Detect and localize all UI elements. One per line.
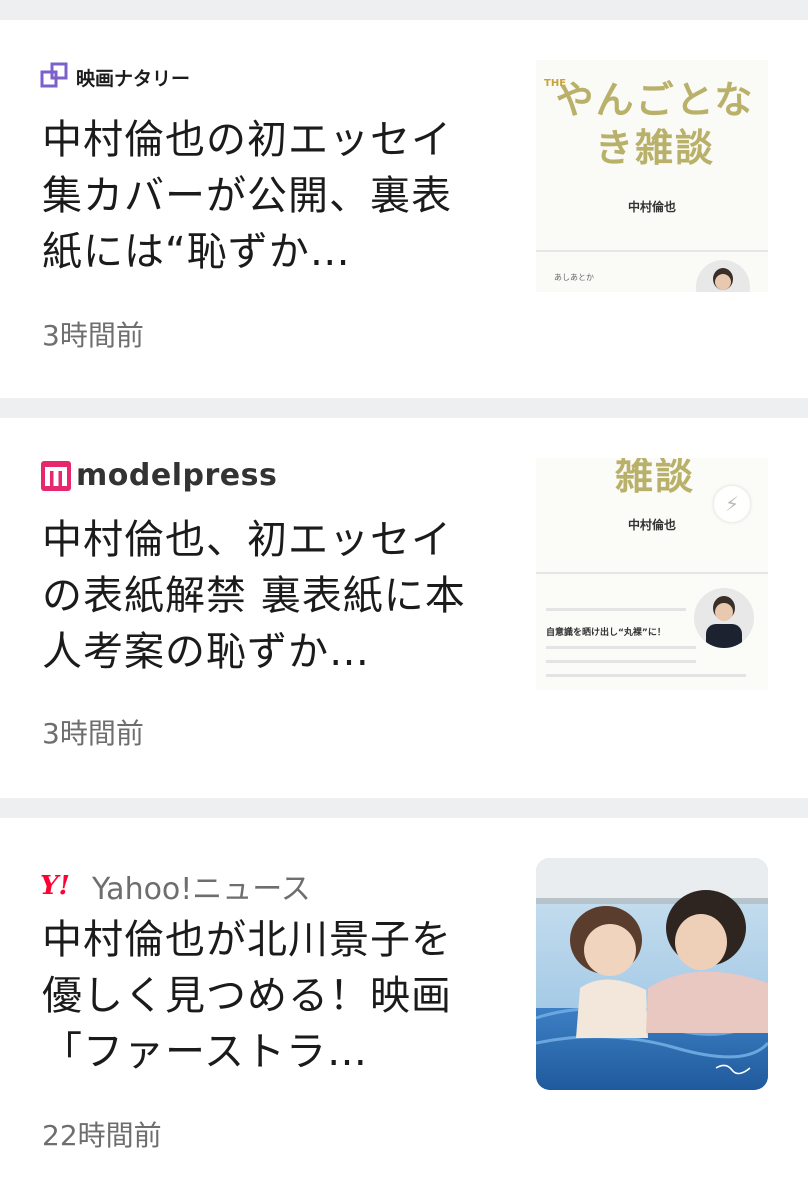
cover-text-line [546,608,686,611]
article-headline[interactable]: 中村倫也が北川景子を優しく見つめる！映画「ファーストラ… [42,912,492,1080]
article-time: 3時間前 [42,319,144,352]
article-headline[interactable]: 中村倫也、初エッセイの表紙解禁 裏表紙に本人考案の恥ずか… [42,512,492,680]
source-row: Y! Yahoo!ニュース [40,864,311,908]
author-photo [696,260,750,292]
author-photo [694,588,754,648]
source-name: 映画ナタリー [76,67,191,90]
source-row: 映画ナタリー [40,62,190,92]
news-card[interactable]: modelpress 中村倫也、初エッセイの表紙解禁 裏表紙に本人考案の恥ずか…… [0,418,808,798]
cover-text-line [546,660,696,663]
source-name: modelpress [76,458,278,493]
yahoo-logo-icon: Y! [40,871,70,901]
article-thumbnail[interactable] [536,858,768,1090]
cover-text-line [546,646,696,649]
source-name: Yahoo!ニュース [91,872,311,907]
news-card[interactable]: Y! Yahoo!ニュース 中村倫也が北川景子を優しく見つめる！映画「ファースト… [0,818,808,1200]
modelpress-logo-icon [41,460,71,491]
article-time: 22時間前 [42,1119,162,1152]
cover-text-line [546,674,746,677]
cover-author: 中村倫也 [627,200,676,214]
cover-text: あしあとか [554,273,594,282]
cover-divider [536,572,768,574]
movie-still-image [536,858,768,1090]
cover-title: やんごとなき雑談 [555,77,755,170]
article-headline[interactable]: 中村倫也の初エッセイ集カバーが公開、裏表紙には“恥ずか… [42,112,492,280]
source-row: modelpress [40,458,277,493]
cover-text: 自意識を晒け出し“丸裸”に！ [546,628,666,638]
article-thumbnail[interactable]: THE やんごとなき雑談 中村倫也 あしあとか [536,60,768,292]
cover-divider [536,250,768,252]
lightning-icon: ⚡ [714,486,750,522]
eiga-natalie-logo-icon [40,62,68,88]
article-thumbnail[interactable]: 雑談 中村倫也 自意識を晒け出し“丸裸”に！ ⚡ [536,458,768,690]
article-time: 3時間前 [42,717,144,750]
news-card[interactable]: 映画ナタリー 中村倫也の初エッセイ集カバーが公開、裏表紙には“恥ずか… 3時間前… [0,20,808,398]
